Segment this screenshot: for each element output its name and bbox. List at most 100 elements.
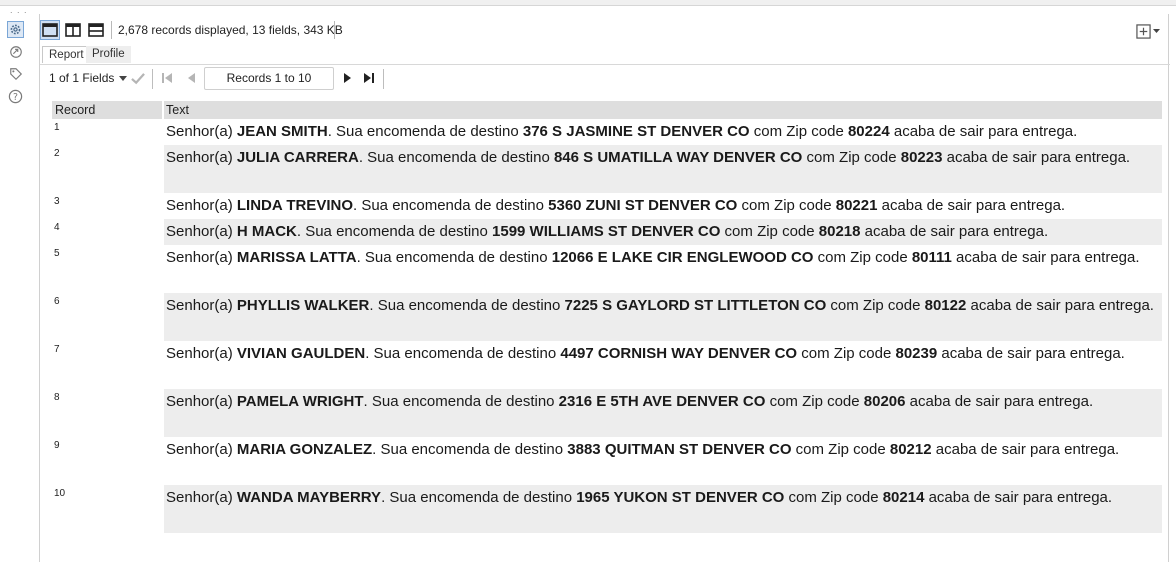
column-divider[interactable] <box>162 101 164 119</box>
table-row[interactable]: 4 Senhor(a) H MACK. Sua encomenda de dest… <box>52 219 1162 245</box>
results-summary: 2,678 records displayed, 13 fields, 343 … <box>118 23 343 37</box>
message-text: com Zip code <box>791 441 890 458</box>
top-band <box>0 0 1176 6</box>
text-cell[interactable]: Senhor(a) LINDA TREVINO. Sua encomenda d… <box>164 193 1162 219</box>
message-prefix: Senhor(a) <box>166 249 237 266</box>
column-header-record[interactable]: Record <box>55 103 95 117</box>
message-text: . Sua encomenda de destino <box>369 297 565 314</box>
message-suffix: acaba de sair para entrega. <box>924 489 1113 506</box>
table-row[interactable]: 6 Senhor(a) PHYLLIS WALKER. Sua encomenda… <box>52 293 1162 341</box>
message-text: com Zip code <box>826 297 925 314</box>
message-text: . Sua encomenda de destino <box>353 197 549 214</box>
text-cell[interactable]: Senhor(a) MARISSA LATTA. Sua encomenda d… <box>164 245 1162 293</box>
text-cell[interactable]: Senhor(a) H MACK. Sua encomenda de desti… <box>164 219 1162 245</box>
horizontal-split-layout-icon[interactable] <box>86 20 106 40</box>
record-number-cell[interactable]: 7 <box>52 341 164 389</box>
customer-name: MARIA GONZALEZ <box>236 441 373 458</box>
message-text: . Sua encomenda de destino <box>327 123 523 140</box>
text-cell[interactable]: Senhor(a) WANDA MAYBERRY. Sua encomenda … <box>164 485 1162 533</box>
chevron-down-icon[interactable] <box>116 71 130 85</box>
table-row[interactable]: 10 Senhor(a) WANDA MAYBERRY. Sua encomend… <box>52 485 1162 533</box>
panel-grip[interactable]: . . . <box>10 6 28 15</box>
table-row[interactable]: 1 Senhor(a) JEAN SMITH. Sua encomenda de … <box>52 119 1162 145</box>
column-header-text[interactable]: Text <box>166 103 189 117</box>
record-number-cell[interactable]: 10 <box>52 485 164 533</box>
record-number-cell[interactable]: 3 <box>52 193 164 219</box>
record-number-cell[interactable]: 9 <box>52 437 164 485</box>
tab-report[interactable]: Report <box>42 46 91 63</box>
destination-address: 1599 WILLIAMS ST DENVER CO <box>492 223 721 240</box>
record-number-cell[interactable]: 1 <box>52 119 164 145</box>
records-range-field[interactable]: Records 1 to 10 <box>204 67 334 90</box>
message-prefix: Senhor(a) <box>166 345 237 362</box>
toolbar-divider <box>334 21 335 39</box>
text-cell[interactable]: Senhor(a) PHYLLIS WALKER. Sua encomenda … <box>164 293 1162 341</box>
message-prefix: Senhor(a) <box>166 441 237 458</box>
single-pane-layout-icon[interactable] <box>40 20 60 40</box>
checkmark-icon[interactable] <box>131 71 145 85</box>
destination-address: 376 S JASMINE ST DENVER CO <box>522 123 750 140</box>
message-text: com Zip code <box>737 197 836 214</box>
zip-code: 80239 <box>895 345 938 362</box>
customer-name: JEAN SMITH <box>236 123 328 140</box>
message-text: . Sua encomenda de destino <box>372 441 568 458</box>
last-page-icon[interactable] <box>362 71 376 85</box>
text-cell[interactable]: Senhor(a) MARIA GONZALEZ. Sua encomenda … <box>164 437 1162 485</box>
tag-icon[interactable] <box>7 65 24 82</box>
message-text: com Zip code <box>749 123 848 140</box>
customer-name: PAMELA WRIGHT <box>236 393 364 410</box>
zip-code: 80122 <box>924 297 967 314</box>
fields-selector[interactable]: 1 of 1 Fields <box>49 71 114 85</box>
zip-code: 80221 <box>835 197 878 214</box>
message-suffix: acaba de sair para entrega. <box>942 149 1131 166</box>
record-number-cell[interactable]: 8 <box>52 389 164 437</box>
record-number-cell[interactable]: 5 <box>52 245 164 293</box>
record-number-cell[interactable]: 2 <box>52 145 164 193</box>
text-cell[interactable]: Senhor(a) JULIA CARRERA. Sua encomenda d… <box>164 145 1162 193</box>
message-text: . Sua encomenda de destino <box>363 393 559 410</box>
help-icon[interactable]: ? <box>7 88 24 105</box>
message-suffix: acaba de sair para entrega. <box>937 345 1125 362</box>
customer-name: LINDA TREVINO <box>236 197 353 214</box>
tab-profile[interactable]: Profile <box>86 46 131 63</box>
message-text: com Zip code <box>802 149 901 166</box>
zip-code: 80214 <box>882 489 925 506</box>
table-row[interactable]: 3 Senhor(a) LINDA TREVINO. Sua encomenda … <box>52 193 1162 219</box>
gear-icon[interactable] <box>7 21 24 38</box>
customer-name: WANDA MAYBERRY <box>236 489 382 506</box>
customer-name: MARISSA LATTA <box>236 249 357 266</box>
message-text: com Zip code <box>765 393 864 410</box>
customer-name: PHYLLIS WALKER <box>236 297 370 314</box>
svg-text:?: ? <box>13 92 18 103</box>
message-suffix: acaba de sair para entrega. <box>905 393 1094 410</box>
message-text: com Zip code <box>813 249 912 266</box>
add-panel-icon <box>1136 23 1151 39</box>
record-number-cell[interactable]: 6 <box>52 293 164 341</box>
zip-code: 80223 <box>900 149 943 166</box>
next-page-icon[interactable] <box>341 71 355 85</box>
table-row[interactable]: 5 Senhor(a) MARISSA LATTA. Sua encomenda … <box>52 245 1162 293</box>
destination-address: 5360 ZUNI ST DENVER CO <box>548 197 738 214</box>
previous-page-icon[interactable] <box>184 71 198 85</box>
message-suffix: acaba de sair para entrega. <box>931 441 1120 458</box>
customer-name: VIVIAN GAULDEN <box>236 345 366 362</box>
vertical-split-layout-icon[interactable] <box>63 20 83 40</box>
destination-address: 4497 CORNISH WAY DENVER CO <box>560 345 798 362</box>
text-cell[interactable]: Senhor(a) VIVIAN GAULDEN. Sua encomenda … <box>164 341 1162 389</box>
table-row[interactable]: 7 Senhor(a) VIVIAN GAULDEN. Sua encomenda… <box>52 341 1162 389</box>
connection-icon[interactable] <box>7 43 24 60</box>
first-page-icon[interactable] <box>160 71 174 85</box>
table-row[interactable]: 8 Senhor(a) PAMELA WRIGHT. Sua encomenda … <box>52 389 1162 437</box>
table-row[interactable]: 2 Senhor(a) JULIA CARRERA. Sua encomenda … <box>52 145 1162 193</box>
toolbar-divider <box>111 21 112 39</box>
text-cell[interactable]: Senhor(a) JEAN SMITH. Sua encomenda de d… <box>164 119 1162 145</box>
record-number-cell[interactable]: 4 <box>52 219 164 245</box>
customer-name: H MACK <box>236 223 297 240</box>
message-suffix: acaba de sair para entrega. <box>860 223 1049 240</box>
text-cell[interactable]: Senhor(a) PAMELA WRIGHT. Sua encomenda d… <box>164 389 1162 437</box>
add-tool-dropdown[interactable] <box>1136 22 1162 40</box>
grid-header: Record Text <box>52 101 1162 119</box>
message-text: . Sua encomenda de destino <box>365 345 561 362</box>
message-prefix: Senhor(a) <box>166 123 237 140</box>
table-row[interactable]: 9 Senhor(a) MARIA GONZALEZ. Sua encomenda… <box>52 437 1162 485</box>
